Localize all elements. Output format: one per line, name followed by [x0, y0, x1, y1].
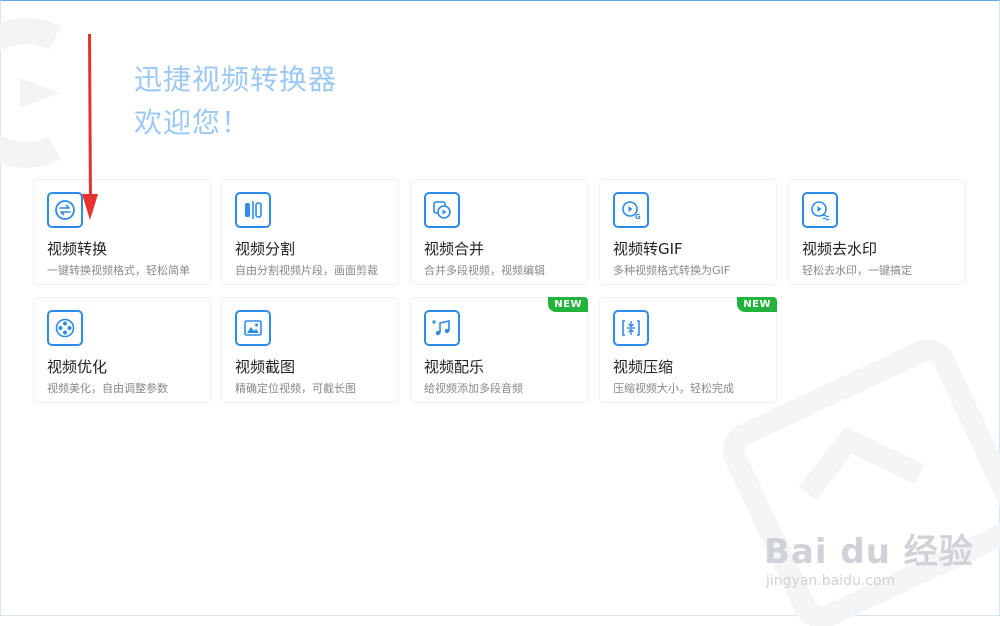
baidu-url: jingyan.baidu.com — [766, 573, 896, 589]
feature-title: 视频去水印 — [802, 240, 878, 258]
annotation-arrow-icon — [82, 34, 98, 220]
welcome-message: 欢迎您！ — [134, 106, 251, 139]
feature-card-video-convert[interactable]: 视频转换 一键转换视频格式，轻松简单 — [33, 179, 211, 285]
feature-title: 视频分割 — [235, 240, 296, 258]
feature-card-video-split[interactable]: 视频分割 自由分割视频片段，画面剪裁 — [221, 179, 399, 285]
feature-title: 视频截图 — [235, 358, 296, 376]
svg-text:G: G — [635, 213, 641, 221]
feature-title: 视频合并 — [424, 240, 485, 258]
baidu-logo: Bai du 经验 — [764, 532, 974, 572]
feature-desc: 视频美化，自由调整参数 — [47, 382, 168, 395]
feature-card-video-screenshot[interactable]: 视频截图 精确定位视频，可截长图 — [221, 297, 399, 403]
feature-card-video-to-gif[interactable]: G 视频转GIF 多种视频格式转换为GIF — [599, 179, 777, 285]
split-icon — [235, 192, 271, 228]
feature-desc: 一键转换视频格式，轻松简单 — [47, 264, 190, 277]
new-badge: NEW — [737, 297, 777, 312]
feature-card-video-optimize[interactable]: 视频优化 视频美化，自由调整参数 — [33, 297, 211, 403]
optimize-icon — [47, 310, 83, 346]
feature-title: 视频转换 — [47, 240, 108, 258]
feature-desc: 压缩视频大小，轻松完成 — [613, 382, 734, 395]
watermark-remove-icon — [802, 192, 838, 228]
feature-desc: 精确定位视频，可截长图 — [235, 382, 356, 395]
baidu-watermark: Bai du 经验 jingyan.baidu.com — [764, 524, 984, 604]
feature-title: 视频压缩 — [613, 358, 674, 376]
feature-desc: 给视频添加多段音频 — [424, 382, 523, 395]
feature-desc: 多种视频格式转换为GIF — [613, 264, 731, 277]
feature-desc: 合并多段视频，视频编辑 — [424, 264, 545, 277]
feature-card-video-music[interactable]: NEW 视频配乐 给视频添加多段音频 — [410, 297, 588, 403]
welcome-heading: 迅捷视频转换器 欢迎您！ — [134, 58, 337, 144]
app-logo-watermark-icon — [0, 18, 61, 168]
compress-icon — [613, 310, 649, 346]
feature-card-video-compress[interactable]: NEW 视频压缩 压缩视频大小，轻松完成 — [599, 297, 777, 403]
app-name: 迅捷视频转换器 — [134, 63, 338, 96]
music-icon — [424, 310, 460, 346]
new-badge: NEW — [548, 297, 588, 312]
feature-title: 视频转GIF — [613, 240, 683, 258]
feature-title: 视频优化 — [47, 358, 108, 376]
feature-card-video-merge[interactable]: 视频合并 合并多段视频，视频编辑 — [410, 179, 588, 285]
feature-title: 视频配乐 — [424, 358, 485, 376]
screenshot-icon — [235, 310, 271, 346]
merge-icon — [424, 192, 460, 228]
feature-desc: 轻松去水印，一键搞定 — [802, 264, 912, 277]
feature-card-watermark-remove[interactable]: 视频去水印 轻松去水印，一键搞定 — [788, 179, 966, 285]
gif-icon: G — [613, 192, 649, 228]
feature-desc: 自由分割视频片段，画面剪裁 — [235, 264, 378, 277]
